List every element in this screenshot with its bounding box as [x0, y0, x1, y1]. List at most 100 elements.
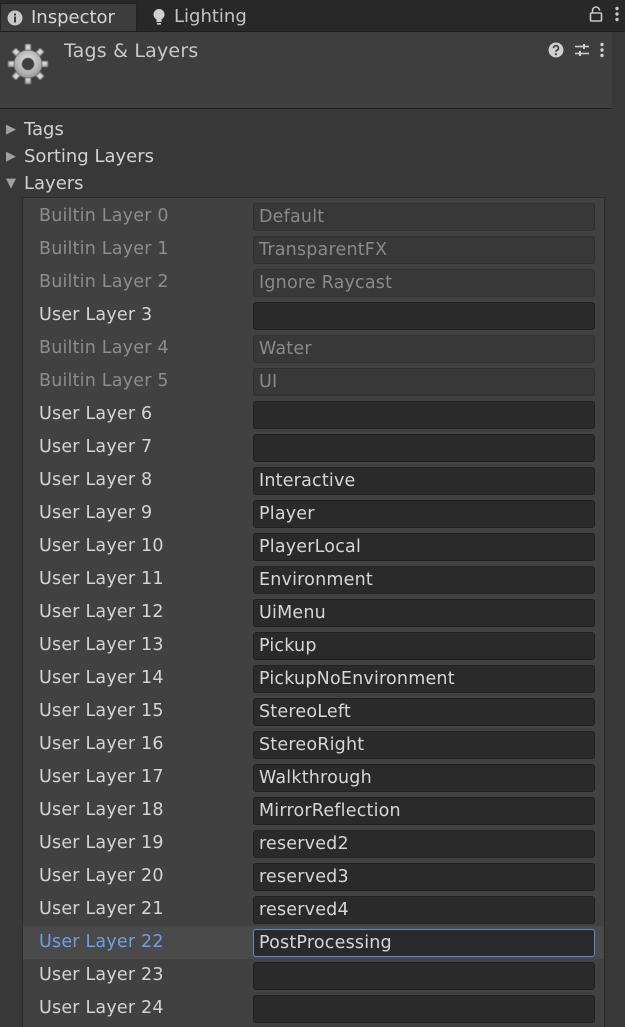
layer-label: User Layer 6 — [39, 404, 153, 424]
layer-label: Builtin Layer 0 — [39, 206, 169, 226]
layer-name-field[interactable] — [253, 302, 595, 330]
gear-icon — [6, 42, 50, 86]
inspector-header: Tags & Layers — [0, 32, 612, 109]
layer-row: User Layer 22 PostProcessing — [23, 926, 604, 959]
layer-label: Builtin Layer 5 — [39, 371, 169, 391]
layer-name-field[interactable]: reserved3 — [253, 863, 595, 891]
layer-row: User Layer 3 — [23, 299, 604, 332]
layer-name-field[interactable]: StereoRight — [253, 731, 595, 759]
layer-label: Builtin Layer 4 — [39, 338, 169, 358]
layer-name-field[interactable]: StereoLeft — [253, 698, 595, 726]
layer-label: User Layer 16 — [39, 734, 164, 754]
layer-row: User Layer 6 — [23, 398, 604, 431]
layer-row: User Layer 11 Environment — [23, 563, 604, 596]
layer-row: User Layer 20 reserved3 — [23, 860, 604, 893]
caret-right-icon: ▶ — [6, 148, 16, 164]
layer-name-field[interactable]: Player — [253, 500, 595, 528]
layer-row: Builtin Layer 2 Ignore Raycast — [23, 266, 604, 299]
layer-label: User Layer 10 — [39, 536, 164, 556]
layer-row: Builtin Layer 5 UI — [23, 365, 604, 398]
layer-label: User Layer 12 — [39, 602, 164, 622]
layer-label: User Layer 23 — [39, 965, 164, 985]
foldout-layers[interactable]: ▼ Layers — [6, 171, 84, 195]
tab-tools — [589, 4, 619, 28]
inspector-window: Inspector Lighting Tags & Layers ▶ Tags … — [0, 0, 625, 1027]
lock-icon[interactable] — [589, 6, 603, 26]
layer-name-field[interactable]: Pickup — [253, 632, 595, 660]
info-icon — [7, 10, 23, 26]
layer-name-field: UI — [253, 368, 595, 396]
preset-icon[interactable] — [574, 42, 590, 62]
layer-label: User Layer 7 — [39, 437, 153, 457]
layer-name-field[interactable] — [253, 401, 595, 429]
layer-name-field: Ignore Raycast — [253, 269, 595, 297]
layer-row: Builtin Layer 0 Default — [23, 200, 604, 233]
layer-name-field[interactable]: PostProcessing — [253, 929, 595, 957]
scrollbar[interactable] — [612, 32, 625, 1027]
layer-row: User Layer 17 Walkthrough — [23, 761, 604, 794]
layer-row: User Layer 14 PickupNoEnvironment — [23, 662, 604, 695]
layer-name-field[interactable]: UiMenu — [253, 599, 595, 627]
layer-label: User Layer 11 — [39, 569, 164, 589]
layer-row: User Layer 21 reserved4 — [23, 893, 604, 926]
help-icon[interactable] — [548, 42, 564, 62]
caret-down-icon: ▼ — [6, 175, 16, 191]
layer-label: User Layer 14 — [39, 668, 164, 688]
layer-row: Builtin Layer 1 TransparentFX — [23, 233, 604, 266]
tab-inspector[interactable]: Inspector — [0, 3, 137, 31]
layer-name-field: Default — [253, 203, 595, 231]
layer-row: User Layer 15 StereoLeft — [23, 695, 604, 728]
layer-label: User Layer 20 — [39, 866, 164, 886]
page-title: Tags & Layers — [64, 40, 199, 62]
layer-label: User Layer 21 — [39, 899, 164, 919]
layer-label: User Layer 15 — [39, 701, 164, 721]
layers-list: Builtin Layer 0 Default Builtin Layer 1 Tra… — [22, 197, 605, 1027]
tab-inspector-label: Inspector — [31, 6, 115, 28]
header-tools — [548, 42, 604, 62]
layer-label: User Layer 22 — [39, 932, 164, 952]
layer-name-field[interactable]: PickupNoEnvironment — [253, 665, 595, 693]
layer-name-field[interactable]: reserved4 — [253, 896, 595, 924]
layer-name-field: Water — [253, 335, 595, 363]
layer-row: User Layer 19 reserved2 — [23, 827, 604, 860]
foldout-sorting-layers-label: Sorting Layers — [24, 145, 155, 167]
layer-label: User Layer 24 — [39, 998, 164, 1018]
foldout-tags-label: Tags — [24, 118, 64, 140]
layer-name-field[interactable]: PlayerLocal — [253, 533, 595, 561]
layer-name-field[interactable] — [253, 995, 595, 1023]
tab-lighting-label: Lighting — [174, 6, 247, 27]
layer-row: User Layer 9 Player — [23, 497, 604, 530]
layer-name-field[interactable]: Walkthrough — [253, 764, 595, 792]
layer-name-field[interactable] — [253, 434, 595, 462]
layer-row: User Layer 12 UiMenu — [23, 596, 604, 629]
layer-label: User Layer 3 — [39, 305, 153, 325]
layer-row: User Layer 7 — [23, 431, 604, 464]
tab-lighting[interactable]: Lighting — [146, 3, 266, 31]
layer-row: User Layer 23 — [23, 959, 604, 992]
layer-row: User Layer 13 Pickup — [23, 629, 604, 662]
kebab-menu-icon[interactable] — [615, 6, 619, 26]
layer-name-field[interactable]: MirrorReflection — [253, 797, 595, 825]
layer-row: User Layer 10 PlayerLocal — [23, 530, 604, 563]
layer-label: User Layer 13 — [39, 635, 164, 655]
foldout-layers-label: Layers — [24, 172, 84, 194]
layer-name-field: TransparentFX — [253, 236, 595, 264]
layer-row: User Layer 18 MirrorReflection — [23, 794, 604, 827]
layer-label: Builtin Layer 2 — [39, 272, 169, 292]
layer-name-field[interactable]: Interactive — [253, 467, 595, 495]
layer-name-field[interactable]: Environment — [253, 566, 595, 594]
foldout-sorting-layers[interactable]: ▶ Sorting Layers — [6, 144, 154, 168]
bulb-icon — [152, 8, 166, 26]
layer-label: User Layer 17 — [39, 767, 164, 787]
tab-bar: Inspector Lighting — [0, 0, 625, 32]
caret-right-icon: ▶ — [6, 121, 16, 137]
layer-name-field[interactable]: reserved2 — [253, 830, 595, 858]
layer-row: User Layer 8 Interactive — [23, 464, 604, 497]
layer-label: User Layer 9 — [39, 503, 153, 523]
layer-label: User Layer 8 — [39, 470, 153, 490]
layer-name-field[interactable] — [253, 962, 595, 990]
layer-row: Builtin Layer 4 Water — [23, 332, 604, 365]
kebab-menu-icon[interactable] — [600, 42, 604, 62]
layer-row: User Layer 16 StereoRight — [23, 728, 604, 761]
foldout-tags[interactable]: ▶ Tags — [6, 117, 64, 141]
